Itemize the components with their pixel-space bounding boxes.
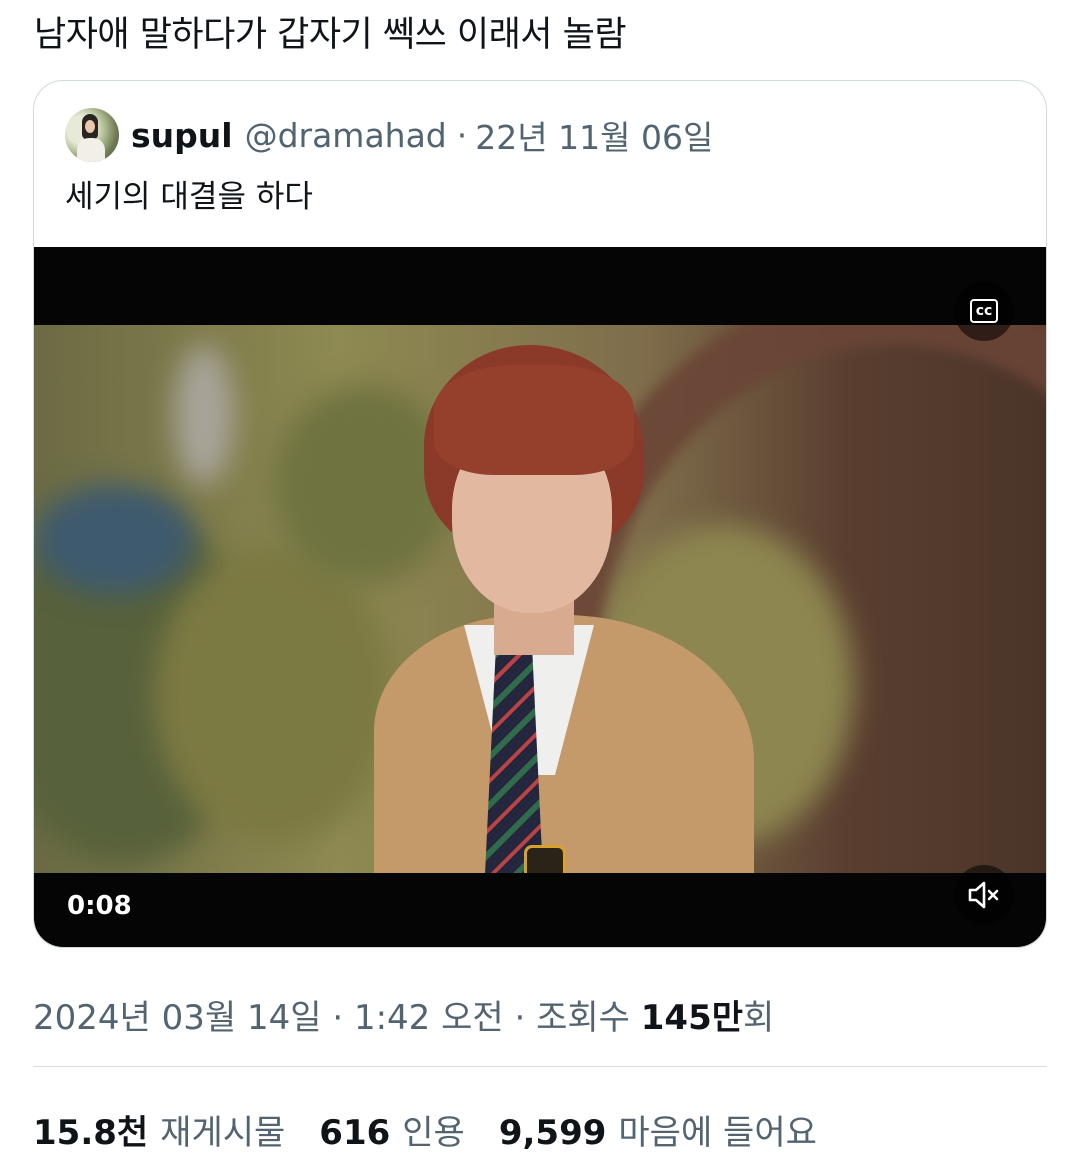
video-player[interactable]: cc 0:08 — [34, 247, 1046, 947]
reposts-stat[interactable]: 15.8천 재게시물 — [33, 1105, 285, 1154]
post-date[interactable]: 2024년 03월 14일 — [33, 998, 322, 1038]
reposts-count: 15.8천 — [33, 1113, 149, 1153]
quoted-post-date[interactable]: 22년 11월 06일 — [475, 111, 713, 159]
post-text: 남자애 말하다가 갑자기 쎅쓰 이래서 놀람 — [34, 15, 627, 55]
engagement-stats: 15.8천 재게시물 616 인용 9,599 마음에 들어요 — [33, 1105, 851, 1154]
video-frame — [34, 325, 1046, 873]
separator-dot: · — [456, 115, 468, 155]
quotes-label: 인용 — [402, 1113, 465, 1153]
speaker-muted-icon — [968, 881, 999, 909]
author-name[interactable]: supul — [131, 116, 233, 155]
video-elapsed-time: 0:08 — [67, 891, 132, 921]
separator-dot: · — [332, 998, 344, 1038]
quoted-post-text: 세기의 대결을 하다 — [65, 179, 313, 215]
author-handle[interactable]: @dramahad — [245, 116, 447, 155]
post-time[interactable]: 1:42 오전 — [354, 998, 504, 1038]
post-meta: 2024년 03월 14일 · 1:42 오전 · 조회수 145만회 — [33, 990, 774, 1039]
quoted-post-header: supul @dramahad · 22년 11월 06일 — [65, 105, 713, 165]
captions-button[interactable]: cc — [954, 281, 1014, 341]
person-figure — [374, 345, 794, 873]
quoted-post-card[interactable]: supul @dramahad · 22년 11월 06일 세기의 대결을 하다 — [33, 80, 1047, 948]
likes-stat[interactable]: 9,599 마음에 들어요 — [499, 1105, 817, 1154]
separator-dot: · — [514, 998, 526, 1038]
quotes-count: 616 — [319, 1113, 391, 1153]
reposts-label: 재게시물 — [160, 1113, 286, 1153]
views-count: 145만 — [640, 998, 744, 1038]
likes-label: 마음에 들어요 — [618, 1113, 817, 1153]
cc-icon: cc — [969, 299, 999, 323]
avatar[interactable] — [65, 108, 119, 162]
likes-count: 9,599 — [498, 1113, 607, 1153]
divider — [33, 1066, 1047, 1067]
quotes-stat[interactable]: 616 인용 — [319, 1105, 465, 1154]
views-label: 조회수 — [536, 998, 630, 1038]
unmute-button[interactable] — [954, 865, 1014, 925]
views-suffix: 회 — [743, 998, 775, 1038]
